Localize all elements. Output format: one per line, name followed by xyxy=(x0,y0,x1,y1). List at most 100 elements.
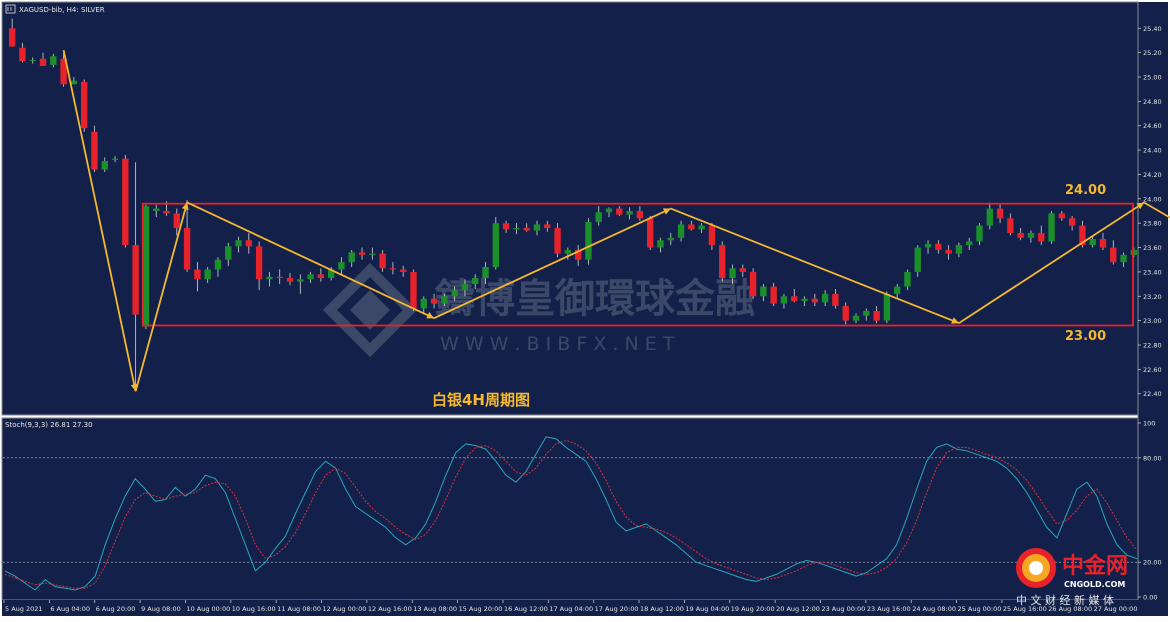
price-tick-label: 24.60 xyxy=(1143,122,1162,130)
time-tick-label: 12 Aug 00:00 xyxy=(323,605,367,613)
price-tick-label: 25.20 xyxy=(1143,49,1162,57)
candle-bull xyxy=(451,290,458,297)
candle-bull xyxy=(29,59,36,61)
candle-bear xyxy=(523,228,530,231)
candle-bull xyxy=(70,80,78,85)
candle-bull xyxy=(533,224,541,231)
logo-tagline: 中 文 财 经 新 媒 体 xyxy=(1016,593,1114,607)
candle-bull xyxy=(50,56,57,65)
stoch-subwindow[interactable] xyxy=(1,417,1139,601)
candle-bull xyxy=(1027,232,1035,238)
candle-bull xyxy=(924,243,932,248)
watermark-url: W W W . B I B F X . N E T xyxy=(440,333,675,355)
candle-bear xyxy=(554,228,561,254)
candle-bear xyxy=(502,223,510,230)
price-tick-label: 23.40 xyxy=(1143,268,1162,276)
stoch-label: Stoch(9,3,3) 26.81 27.30 xyxy=(5,421,93,429)
time-tick-label: 12 Aug 16:00 xyxy=(368,605,412,613)
candle-bear xyxy=(842,306,849,321)
candle-bear xyxy=(719,245,726,278)
candle-bull xyxy=(235,240,242,247)
candle-bull xyxy=(348,252,355,263)
candle-bull xyxy=(780,296,788,304)
candle-bull xyxy=(266,276,273,280)
time-tick-label: 16 Aug 12:00 xyxy=(504,605,548,613)
candle-bear xyxy=(996,208,1004,219)
candle-bear xyxy=(688,224,695,230)
candle-bull xyxy=(369,253,376,255)
candle-bear xyxy=(358,252,366,255)
candle-bear xyxy=(410,271,417,309)
candle-bear xyxy=(811,298,819,303)
candle-bull xyxy=(101,161,108,170)
candle-bear xyxy=(122,158,129,246)
time-tick-label: 20 Aug 12:00 xyxy=(776,605,820,613)
candle-bull xyxy=(1048,213,1055,242)
candle-bear xyxy=(646,218,654,248)
candle-bear xyxy=(163,211,170,214)
candle-bull xyxy=(677,224,685,238)
candle-bull xyxy=(976,225,983,242)
candle-bear xyxy=(1007,218,1014,233)
candle-bull xyxy=(667,237,674,241)
candle-bear xyxy=(173,213,180,229)
candle-bull xyxy=(1089,239,1096,246)
candle-bear xyxy=(791,296,798,302)
candle-bear xyxy=(1038,232,1045,242)
symbol-header: XAGUSD-bib, H4: SILVER xyxy=(5,4,105,14)
logo-name: 中金网 xyxy=(1062,553,1128,579)
stoch-tick-label: 0.00 xyxy=(1143,594,1157,602)
candle-bull xyxy=(883,293,891,321)
candle-bull xyxy=(461,284,469,291)
time-tick-label: 10 Aug 16:00 xyxy=(232,605,276,613)
candle-bull xyxy=(914,247,921,272)
candle-bear xyxy=(276,276,283,278)
candle-bear xyxy=(255,246,263,280)
price-tick-label: 24.40 xyxy=(1143,147,1162,155)
candle-bull xyxy=(821,293,829,303)
candle-bull xyxy=(626,211,633,215)
candle-bull xyxy=(605,208,613,213)
candle-bear xyxy=(245,240,253,247)
stoch-tick-label: 80.00 xyxy=(1143,454,1162,462)
candle-bull xyxy=(153,208,160,211)
time-tick-label: 6 Aug 04:00 xyxy=(50,605,90,613)
candle-bear xyxy=(749,271,757,297)
time-tick-label: 23 Aug 00:00 xyxy=(821,605,865,613)
candle-bear xyxy=(317,274,325,278)
candle-bull xyxy=(585,221,592,260)
chart-svg: 鑄博皇御環球金融 W W W . B I B F X . N E T XAGUS… xyxy=(0,0,1170,618)
candle-bear xyxy=(739,268,746,272)
candle-bear xyxy=(389,268,397,270)
candle-bull xyxy=(214,259,222,270)
candle-bull xyxy=(852,315,860,321)
candle-bear xyxy=(708,225,716,246)
candle-bear xyxy=(379,253,386,269)
lower-level-label: 23.00 xyxy=(1065,329,1106,344)
cngold-logo: 中金网 CNGOLD.COM 中 文 财 经 新 媒 体 xyxy=(1016,548,1128,607)
candle-bear xyxy=(286,278,294,282)
candle-bull xyxy=(472,278,479,285)
candle-bull xyxy=(307,274,314,280)
candle-bull xyxy=(142,206,150,327)
price-tick-label: 22.40 xyxy=(1143,390,1162,398)
price-tick-label: 24.00 xyxy=(1143,195,1162,203)
price-tick-label: 23.00 xyxy=(1143,317,1162,325)
candle-bull xyxy=(801,298,808,302)
time-tick-label: 18 Aug 12:00 xyxy=(640,605,684,613)
time-tick-label: 6 Aug 20:00 xyxy=(96,605,136,613)
candle-bear xyxy=(80,81,88,129)
candle-bull xyxy=(338,262,345,270)
candle-bear xyxy=(832,293,839,307)
time-tick-label: 11 Aug 08:00 xyxy=(277,605,321,613)
candle-bear xyxy=(945,249,952,254)
candle-bull xyxy=(420,298,427,309)
candle-bear xyxy=(873,310,880,321)
watermark-brand: 鑄博皇御環球金融 xyxy=(434,276,755,322)
candle-bull xyxy=(657,240,664,248)
candle-bear xyxy=(935,243,942,250)
price-tick-label: 24.80 xyxy=(1143,98,1162,106)
time-tick-label: 17 Aug 20:00 xyxy=(595,605,639,613)
price-tick-label: 25.40 xyxy=(1143,25,1162,33)
logo-domain: CNGOLD.COM xyxy=(1064,580,1125,589)
